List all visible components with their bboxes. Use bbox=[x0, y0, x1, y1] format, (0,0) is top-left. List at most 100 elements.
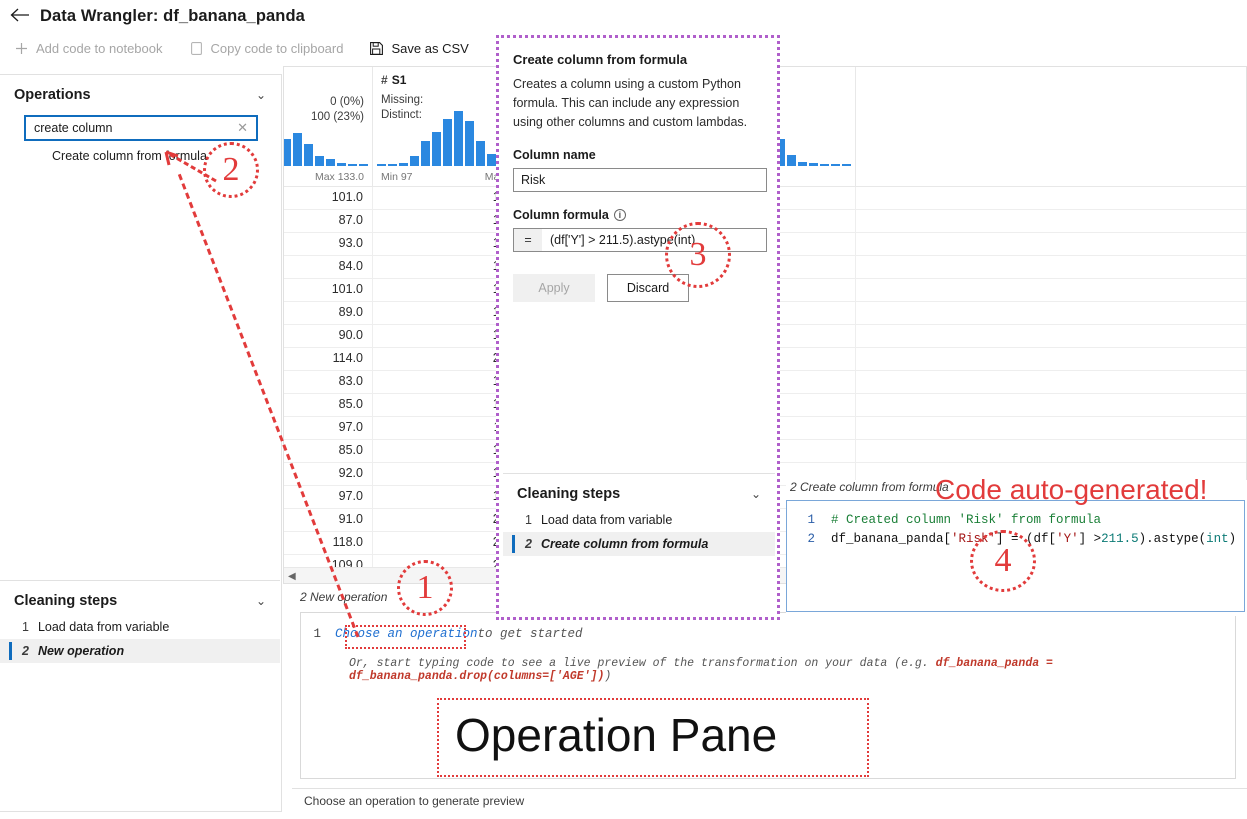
histogram-bar bbox=[476, 141, 485, 166]
clipboard-icon bbox=[189, 41, 204, 56]
table-cell: 90.0 bbox=[284, 325, 373, 347]
hint-suffix: ) bbox=[604, 670, 612, 683]
step-number: 2 bbox=[525, 537, 532, 551]
scroll-left-arrow-icon[interactable]: ◀ bbox=[288, 571, 296, 582]
cleaning-steps-list: 1 Load data from variable 2 New operation bbox=[0, 615, 280, 663]
cleaning-steps-panel: Cleaning steps ⌄ 1 Load data from variabl… bbox=[0, 581, 280, 811]
copy-code-to-clipboard-button[interactable]: Copy code to clipboard bbox=[189, 40, 344, 56]
histogram-bar bbox=[359, 163, 368, 166]
code-line-1: 1 # Created column 'Risk' from formula bbox=[787, 511, 1244, 530]
step-number: 2 bbox=[22, 644, 29, 658]
operation-hint: Or, start typing code to see a live prev… bbox=[349, 657, 1235, 683]
operations-panel-header: Operations ⌄ bbox=[0, 75, 280, 109]
add-code-to-notebook-button[interactable]: Add code to notebook bbox=[14, 41, 163, 56]
copy-code-label: Copy code to clipboard bbox=[210, 40, 344, 56]
discard-button[interactable]: Discard bbox=[607, 274, 689, 302]
dialog-cleaning-steps-list: 1 Load data from variable 2 Create column f… bbox=[503, 508, 775, 556]
histogram-bar bbox=[388, 163, 397, 166]
step-label: Create column from formula bbox=[540, 537, 709, 551]
table-cell: 89.0 bbox=[284, 302, 373, 324]
histogram-bar bbox=[443, 119, 452, 166]
column-formula-input[interactable] bbox=[542, 233, 766, 247]
line-number: 1 bbox=[807, 513, 815, 527]
histogram-bar bbox=[787, 155, 796, 166]
code-preview-box[interactable]: 1 # Created column 'Risk' from formula 2… bbox=[786, 500, 1245, 612]
min-label: Min 97 bbox=[381, 171, 413, 183]
histogram-bar bbox=[399, 162, 408, 166]
equals-sign: = bbox=[514, 229, 542, 251]
choose-an-operation-link[interactable]: Choose an operation bbox=[335, 627, 478, 641]
cleaning-step-item[interactable]: 2 Create column from formula bbox=[503, 532, 775, 556]
save-icon bbox=[369, 41, 384, 56]
table-cell: 92.0 bbox=[284, 463, 373, 485]
code-token-end: ) bbox=[1228, 532, 1237, 546]
operation-search-result[interactable]: Create column from formula bbox=[0, 149, 280, 163]
dialog-body: Create column from formula Creates a col… bbox=[499, 38, 777, 302]
code-comment: # Created column 'Risk' from formula bbox=[831, 513, 1102, 527]
column-histogram bbox=[284, 110, 368, 166]
dialog-cleaning-steps-header: Cleaning steps ⌄ bbox=[503, 474, 775, 508]
step-number: 1 bbox=[22, 620, 29, 634]
histogram-bar bbox=[831, 163, 840, 166]
operation-pane-status: Choose an operation to generate preview bbox=[292, 788, 1247, 812]
create-column-dialog: Create column from formula Creates a col… bbox=[496, 35, 780, 620]
histogram-bar bbox=[284, 138, 291, 166]
histogram-bar bbox=[315, 156, 324, 166]
histogram-bar bbox=[304, 144, 313, 166]
grid-column-header[interactable]: 0 (0%) 100 (23%) Max 133.0 bbox=[284, 67, 373, 186]
info-icon[interactable]: i bbox=[613, 209, 626, 221]
chevron-down-icon[interactable]: ⌄ bbox=[751, 487, 761, 501]
histogram-bar bbox=[798, 161, 807, 166]
histogram-bar bbox=[454, 111, 463, 166]
cleaning-step-item[interactable]: 2 New operation bbox=[0, 639, 280, 663]
close-icon[interactable]: ✕ bbox=[235, 120, 250, 136]
code-token-string-y: 'Y' bbox=[1056, 532, 1079, 546]
operation-code-editor[interactable]: 1 Choose an operation to get started Or,… bbox=[300, 612, 1236, 779]
add-code-label: Add code to notebook bbox=[36, 40, 163, 56]
code-token-pre: df_banana_panda[ bbox=[831, 532, 952, 546]
left-panel: Operations ⌄ ✕ Create column from formul… bbox=[0, 74, 282, 812]
back-arrow-icon[interactable] bbox=[10, 8, 40, 25]
column-name-label: Column name bbox=[513, 148, 763, 162]
cleaning-step-item[interactable]: 1 Load data from variable bbox=[0, 615, 280, 639]
table-cell: 101.0 bbox=[284, 279, 373, 301]
title-bar: Data Wrangler: df_banana_panda bbox=[0, 0, 1247, 32]
histogram-bar bbox=[293, 133, 302, 166]
histogram-bar bbox=[809, 163, 818, 166]
hint-prefix: Or, start typing code to see a live prev… bbox=[349, 657, 936, 670]
cleaning-steps-title: Cleaning steps bbox=[14, 593, 118, 609]
table-cell: 93.0 bbox=[284, 233, 373, 255]
search-input[interactable] bbox=[32, 120, 236, 136]
code-preview-step-label: 2 Create column from formula bbox=[790, 480, 949, 494]
save-as-csv-button[interactable]: Save as CSV bbox=[369, 40, 469, 56]
code-token-string-risk: 'Risk' bbox=[951, 532, 997, 546]
apply-button[interactable]: Apply bbox=[513, 274, 595, 302]
chevron-down-icon[interactable]: ⌄ bbox=[256, 88, 266, 102]
column-formula-row[interactable]: = bbox=[513, 228, 767, 252]
column-range-labels: Max 133.0 bbox=[284, 171, 364, 183]
line-number: 1 bbox=[313, 627, 321, 641]
column-name-input[interactable] bbox=[513, 168, 767, 192]
search-box[interactable]: ✕ bbox=[24, 115, 258, 141]
save-as-csv-label: Save as CSV bbox=[391, 40, 469, 56]
histogram-bar bbox=[820, 163, 829, 166]
table-cell: 101.0 bbox=[284, 187, 373, 209]
placeholder-rest: to get started bbox=[477, 627, 583, 641]
code-token-keyword-int: int bbox=[1206, 532, 1229, 546]
table-cell: 87.0 bbox=[284, 210, 373, 232]
code-line-2: 2 df_banana_panda['Risk'] = (df['Y'] > 2… bbox=[787, 530, 1244, 549]
page-title: Data Wrangler: df_banana_panda bbox=[40, 6, 305, 25]
histogram-bar bbox=[326, 159, 335, 166]
histogram-bar bbox=[377, 163, 386, 166]
step-number: 1 bbox=[525, 513, 532, 527]
dialog-buttons: Apply Discard bbox=[513, 274, 763, 302]
chevron-down-icon[interactable]: ⌄ bbox=[256, 594, 266, 608]
code-token-number: 211.5 bbox=[1101, 532, 1139, 546]
cleaning-steps-header: Cleaning steps ⌄ bbox=[0, 581, 280, 615]
histogram-bar bbox=[421, 141, 430, 166]
step-label: Load data from variable bbox=[540, 513, 673, 527]
table-cell: 97.0 bbox=[284, 486, 373, 508]
cleaning-step-item[interactable]: 1 Load data from variable bbox=[503, 508, 775, 532]
code-token-mid: ] = (df[ bbox=[996, 532, 1057, 546]
code-token-mid2: ] > bbox=[1078, 532, 1102, 546]
